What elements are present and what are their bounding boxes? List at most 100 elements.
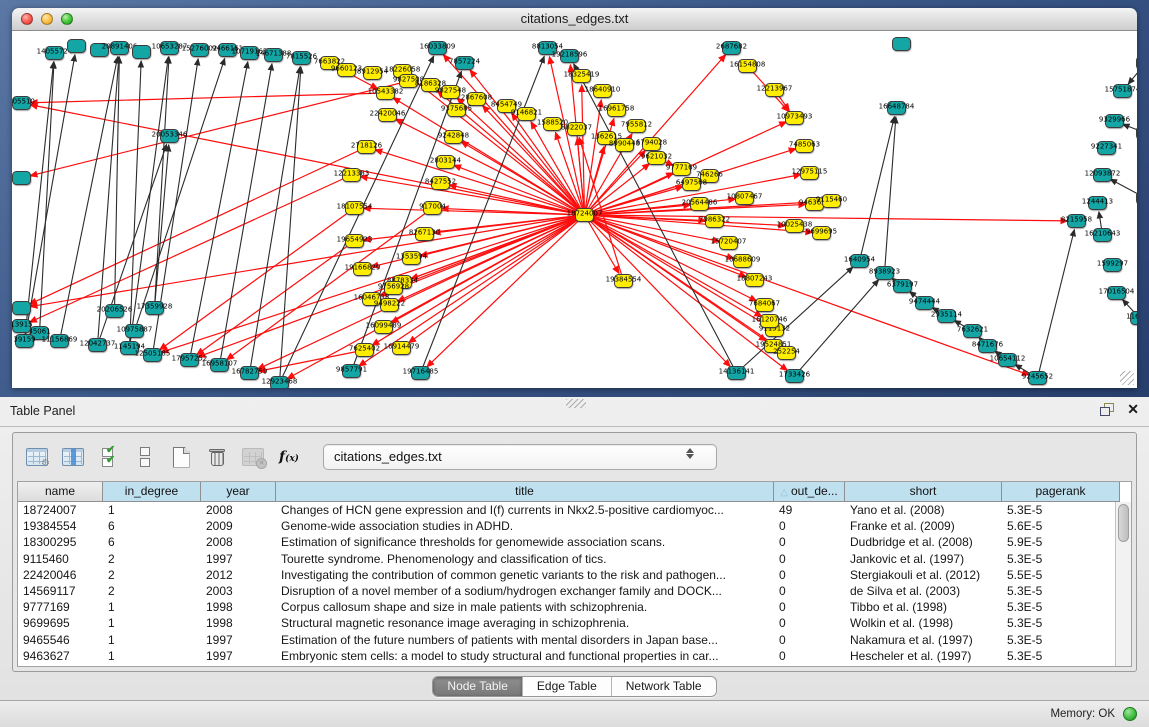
graph-node[interactable]: 11156869 — [50, 334, 69, 348]
graph-node[interactable]: 9242848 — [444, 130, 463, 144]
function-builder-icon[interactable]: f(x) — [273, 442, 305, 472]
table-row[interactable]: 1938455462009Genome-wide association stu… — [18, 518, 1131, 534]
create-column-icon[interactable] — [165, 442, 197, 472]
table-cell[interactable]: Corpus callosum shape and size in male p… — [276, 599, 774, 615]
table-cell[interactable]: 1 — [103, 502, 201, 518]
graph-node[interactable]: 9498222 — [380, 298, 399, 312]
graph-node[interactable]: 19654923 — [345, 234, 364, 248]
table-cell[interactable]: 0 — [774, 567, 845, 583]
graph-node[interactable]: 8267130 — [415, 227, 434, 241]
graph-node[interactable]: 10807467 — [735, 191, 754, 205]
graph-node[interactable]: 6794028 — [642, 137, 661, 151]
table-cell[interactable]: 2012 — [201, 567, 276, 583]
table-cell[interactable]: 49 — [774, 502, 845, 518]
graph-node[interactable]: 12213967 — [765, 83, 784, 97]
table-cell[interactable]: 2 — [103, 567, 201, 583]
table-row[interactable]: 977716911998Corpus callosum shape and si… — [18, 599, 1131, 615]
graph-node[interactable]: 2687682 — [722, 41, 741, 55]
table-cell[interactable]: de Silva et al. (2003) — [845, 583, 1002, 599]
table-cell[interactable]: 0 — [774, 583, 845, 599]
graph-node[interactable]: 1244413 — [1088, 196, 1107, 210]
graph-node[interactable]: 9245652 — [1028, 371, 1047, 385]
graph-node[interactable]: 9699695 — [812, 226, 831, 240]
graph-node[interactable]: 17016504 — [1107, 286, 1126, 300]
graph-node[interactable]: 2803144 — [436, 155, 455, 169]
table-cell[interactable]: 0 — [774, 648, 845, 664]
graph-node[interactable]: 12923468 — [270, 376, 289, 388]
graph-node[interactable]: 9146821 — [517, 107, 536, 121]
table-row[interactable]: 911546021997Tourette syndrome. Phenomeno… — [18, 551, 1131, 567]
table-cell[interactable]: 5.3E-5 — [1002, 502, 1120, 518]
graph-node[interactable]: 7986322 — [705, 214, 724, 228]
graph-node[interactable] — [132, 45, 151, 59]
graph-node[interactable]: 8215958 — [1067, 214, 1086, 228]
table-cell[interactable]: 6 — [103, 534, 201, 550]
table-cell[interactable]: Embryonic stem cells: a model to study s… — [276, 648, 774, 664]
table-cell[interactable]: 5.6E-5 — [1002, 518, 1120, 534]
table-cell[interactable]: 5.3E-5 — [1002, 583, 1120, 599]
table-cell[interactable]: 9465546 — [18, 632, 103, 648]
graph-node[interactable]: 18640910 — [593, 84, 612, 98]
graph-node[interactable]: 18724007 — [575, 208, 594, 222]
table-settings-icon[interactable]: ⚙ — [21, 442, 53, 472]
table-cell[interactable]: 2009 — [201, 518, 276, 534]
table-cell[interactable]: 0 — [774, 615, 845, 631]
network-window-titlebar[interactable]: citations_edges.txt — [12, 8, 1137, 31]
graph-node[interactable]: 10543382 — [376, 86, 395, 100]
graph-node[interactable]: 22420046 — [378, 108, 397, 122]
graph-node[interactable] — [892, 37, 911, 51]
close-panel-icon[interactable]: ✕ — [1127, 402, 1139, 416]
table-cell[interactable]: 0 — [774, 599, 845, 615]
graph-node[interactable]: 7632621 — [963, 324, 982, 338]
memory-status-indicator[interactable] — [1123, 707, 1137, 721]
graph-node[interactable]: 6379197 — [893, 279, 912, 293]
table-cell[interactable]: Investigating the contribution of common… — [276, 567, 774, 583]
graph-node[interactable]: 2718126 — [357, 140, 376, 154]
tab-network-table[interactable]: Network Table — [612, 677, 716, 696]
graph-node[interactable]: 9660123 — [337, 63, 356, 77]
table-cell[interactable]: Estimation of the future numbers of pati… — [276, 632, 774, 648]
graph-node[interactable]: 20206526 — [105, 304, 124, 318]
table-cell[interactable]: 0 — [774, 632, 845, 648]
table-cell[interactable]: 9699695 — [18, 615, 103, 631]
table-cell[interactable]: 5.3E-5 — [1002, 599, 1120, 615]
graph-node[interactable]: 917004 — [423, 201, 442, 215]
table-cell[interactable]: 2003 — [201, 583, 276, 599]
graph-node[interactable]: 7815526 — [292, 51, 311, 65]
graph-node[interactable]: 15276002 — [190, 43, 209, 57]
table-cell[interactable]: Estimation of significance thresholds fo… — [276, 534, 774, 550]
graph-node[interactable]: 9375685 — [447, 103, 466, 117]
graph-node[interactable]: 7857224 — [455, 56, 474, 70]
graph-node[interactable]: 9329966 — [1105, 114, 1124, 128]
table-row[interactable]: 1456911722003Disruption of a novel membe… — [18, 583, 1131, 599]
graph-node[interactable]: 1588520 — [543, 117, 562, 131]
table-cell[interactable]: 9777169 — [18, 599, 103, 615]
table-cell[interactable]: 1 — [103, 615, 201, 631]
window-resize-grip[interactable] — [1120, 371, 1134, 385]
graph-node[interactable]: 12975115 — [800, 166, 819, 180]
table-cell[interactable]: 5.5E-5 — [1002, 567, 1120, 583]
graph-node[interactable]: 6497568 — [682, 177, 701, 191]
table-cell[interactable]: 2008 — [201, 534, 276, 550]
graph-node[interactable]: 16210643 — [1093, 228, 1112, 242]
graph-node[interactable]: 19166829 — [353, 262, 372, 276]
tab-edge-table[interactable]: Edge Table — [523, 677, 612, 696]
network-canvas[interactable]: 1872400714055724208914061065328715276002… — [12, 31, 1137, 388]
graph-node[interactable]: 10653287 — [160, 41, 179, 55]
graph-node[interactable]: 13915 — [12, 319, 31, 333]
float-panel-icon[interactable] — [1100, 403, 1115, 416]
graph-node[interactable]: 16154808 — [738, 59, 757, 73]
table-cell[interactable]: 2 — [103, 551, 201, 567]
scrollbar-thumb[interactable] — [1118, 504, 1129, 542]
table-cell[interactable]: 1998 — [201, 615, 276, 631]
graph-node[interactable]: 20891406 — [110, 41, 129, 55]
graph-node[interactable]: 12213383 — [342, 168, 361, 182]
table-select-dropdown[interactable]: citations_edges.txt — [323, 444, 717, 470]
graph-node[interactable]: 9827548 — [441, 85, 460, 99]
graph-node[interactable]: 9777169 — [672, 162, 691, 176]
graph-node[interactable]: 10975887 — [125, 324, 144, 338]
table-cell[interactable]: 1 — [103, 632, 201, 648]
graph-node[interactable]: 7485063 — [795, 139, 814, 153]
graph-node[interactable]: 16033809 — [428, 41, 447, 55]
table-cell[interactable]: 0 — [774, 551, 845, 567]
